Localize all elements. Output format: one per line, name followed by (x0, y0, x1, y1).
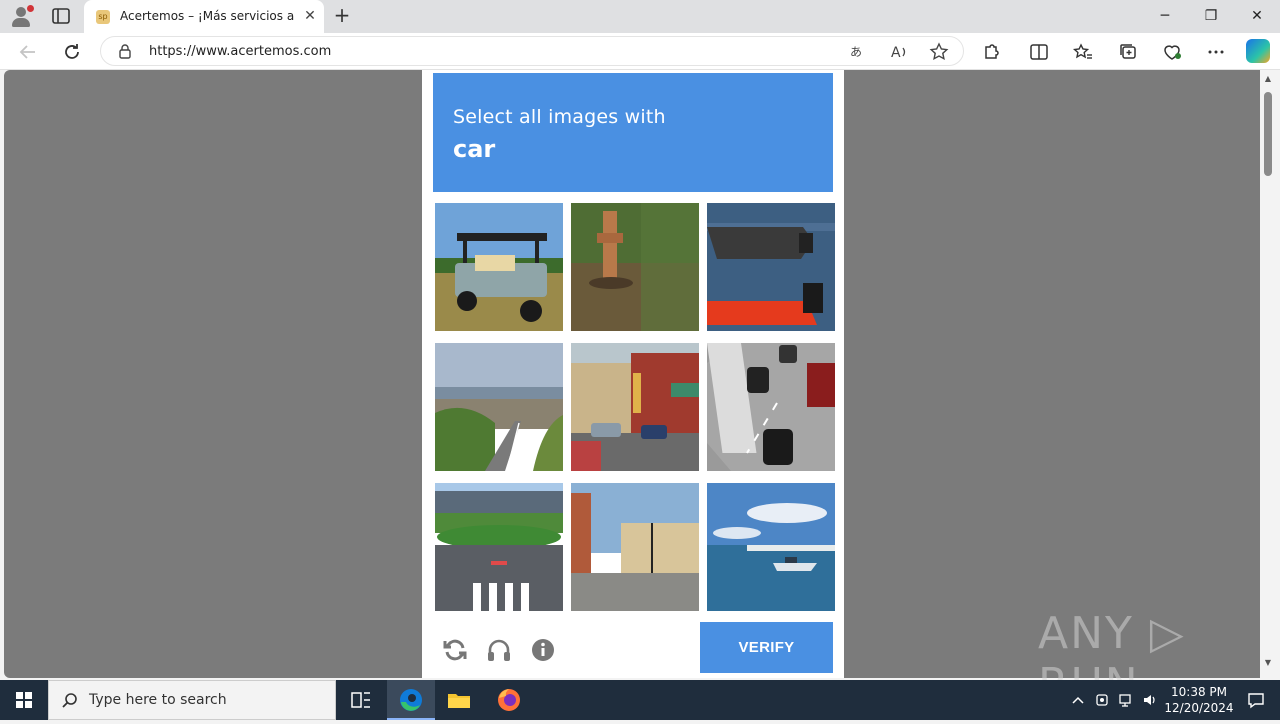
verify-button[interactable]: VERIFY (700, 622, 833, 673)
captcha-tile-highway-cars[interactable] (707, 343, 835, 471)
tab-actions-icon[interactable] (50, 6, 72, 26)
captcha-tile-golf-cart[interactable] (435, 203, 563, 331)
clock-date: 12/20/2024 (1164, 701, 1234, 715)
scrollbar-thumb[interactable] (1264, 92, 1272, 176)
windows-start-icon[interactable] (0, 680, 48, 720)
volume-icon[interactable] (1142, 692, 1158, 708)
navigation-bar: https://www.acertemos.com あ A (0, 33, 1280, 70)
split-screen-icon[interactable] (1026, 39, 1052, 65)
refresh-icon[interactable] (59, 39, 85, 65)
collections-icon[interactable] (1115, 39, 1141, 65)
minimize-button[interactable]: ─ (1142, 0, 1188, 33)
search-placeholder: Type here to search (89, 692, 227, 708)
profile-avatar-icon[interactable] (8, 5, 34, 29)
network-icon[interactable] (1118, 692, 1134, 708)
firefox-icon[interactable] (485, 680, 533, 720)
system-tray: 10:38 PM 12/20/2024 (1066, 680, 1280, 720)
tab-close-icon[interactable]: ✕ (300, 6, 320, 26)
svg-text:あ: あ (850, 45, 862, 59)
taskbar-search-input[interactable]: Type here to search (48, 680, 336, 720)
captcha-tile-boats[interactable] (707, 203, 835, 331)
new-tab-button[interactable]: + (330, 4, 354, 28)
search-icon (61, 692, 79, 710)
edge-browser-taskbar-icon[interactable] (387, 680, 435, 720)
scroll-up-arrow-icon[interactable]: ▲ (1263, 74, 1273, 83)
site-favicon-icon: sp (96, 10, 110, 24)
copilot-icon[interactable] (1246, 39, 1270, 63)
captcha-dialog: Select all images with car VERIFY (422, 70, 844, 678)
translate-icon[interactable]: あ (846, 40, 870, 64)
taskbar-clock[interactable]: 10:38 PM 12/20/2024 (1162, 684, 1236, 716)
tab-title: Acertemos – ¡Más servicios a tu al (120, 9, 296, 23)
restore-button[interactable]: ❐ (1188, 0, 1234, 33)
task-view-icon[interactable] (336, 680, 384, 720)
captcha-prompt: Select all images with car (433, 73, 833, 192)
audio-challenge-headphones-icon[interactable] (485, 636, 513, 664)
browser-tab-active[interactable]: sp Acertemos – ¡Más servicios a tu al ✕ (84, 0, 324, 33)
settings-more-icon[interactable] (1203, 39, 1229, 65)
info-icon[interactable] (529, 636, 557, 664)
notifications-icon[interactable] (1246, 690, 1266, 710)
captcha-target-word: car (453, 135, 496, 163)
back-arrow-icon[interactable] (15, 39, 41, 65)
favorites-icon[interactable] (1070, 39, 1096, 65)
read-aloud-icon[interactable]: A (887, 40, 911, 64)
page-viewport: Select all images with car VERIFY (4, 70, 1260, 678)
url-text[interactable]: https://www.acertemos.com (149, 44, 331, 59)
browser-essentials-icon[interactable] (1159, 39, 1185, 65)
captcha-tile-town-street[interactable] (571, 343, 699, 471)
clock-time: 10:38 PM (1171, 685, 1227, 699)
captcha-tile-crosswalk-intersection[interactable] (435, 483, 563, 611)
captcha-tile-coastal-road[interactable] (435, 343, 563, 471)
address-bar[interactable]: https://www.acertemos.com あ A (100, 36, 964, 66)
tab-strip: sp Acertemos – ¡Más servicios a tu al ✕ … (0, 0, 1280, 33)
captcha-tile-fire-hydrant[interactable] (571, 203, 699, 331)
windows-taskbar: Type here to search 10:38 PM 12/20/2024 (0, 680, 1280, 720)
svg-text:A: A (891, 45, 901, 61)
page-scrollbar[interactable]: ▲ ▼ (1260, 70, 1278, 678)
captcha-instruction: Select all images with (453, 106, 666, 128)
show-hidden-icons-chevron-icon[interactable] (1070, 692, 1086, 708)
captcha-tile-sea-boat[interactable] (707, 483, 835, 611)
lock-icon[interactable] (117, 43, 133, 59)
extensions-icon[interactable] (978, 39, 1004, 65)
close-window-button[interactable]: ✕ (1234, 0, 1280, 33)
reload-challenge-icon[interactable] (441, 636, 469, 664)
file-explorer-icon[interactable] (435, 680, 483, 720)
favorite-star-icon[interactable] (927, 40, 951, 64)
network-security-icon[interactable] (1094, 692, 1110, 708)
captcha-tile-plaza-street[interactable] (571, 483, 699, 611)
